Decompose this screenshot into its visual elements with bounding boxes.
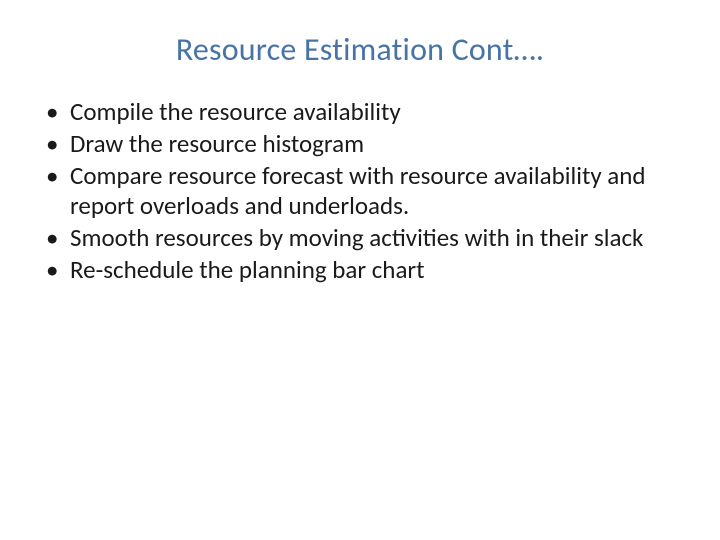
list-item: Compile the resource availability xyxy=(40,97,690,128)
list-item: Compare resource forecast with resource … xyxy=(40,161,690,223)
list-item: Draw the resource histogram xyxy=(40,129,690,160)
bullet-list: Compile the resource availability Draw t… xyxy=(30,97,690,286)
list-item: Re-schedule the planning bar chart xyxy=(40,255,690,286)
list-item: Smooth resources by moving activities wi… xyxy=(40,223,690,254)
slide-title: Resource Estimation Cont…. xyxy=(30,30,690,69)
slide-container: Resource Estimation Cont…. Compile the r… xyxy=(0,0,720,540)
